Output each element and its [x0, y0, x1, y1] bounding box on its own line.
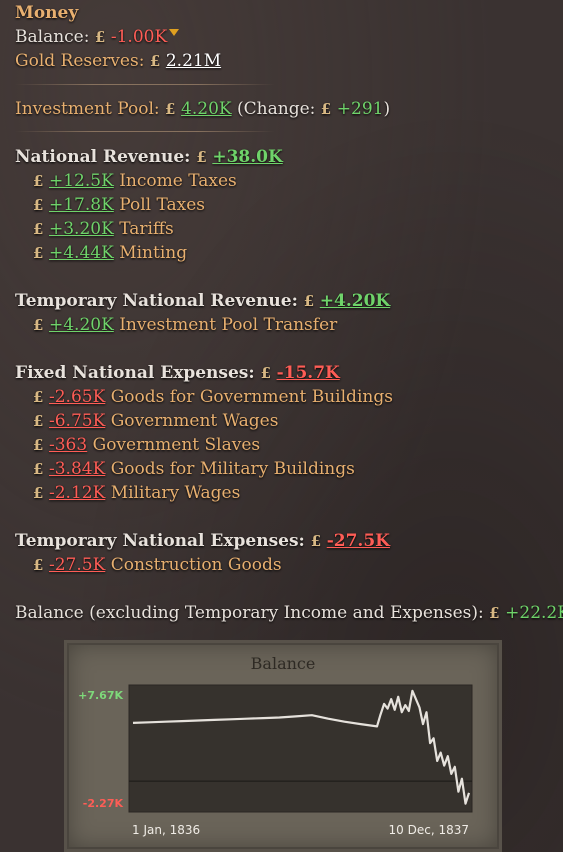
fixed-expenses-header[interactable]: Fixed National Expenses: £ -15.7K [15, 362, 340, 384]
balance-row[interactable]: Balance: £ -1.00K [15, 26, 180, 48]
fixed-expense-item[interactable]: £ -2.12K Military Wages [33, 482, 240, 504]
fixed-expense-item-value[interactable]: -2.65K [49, 387, 105, 407]
pound-coin-icon: £ [260, 364, 271, 382]
pound-coin-icon: £ [33, 220, 44, 238]
revenue-item[interactable]: £ +12.5K Income Taxes [33, 170, 237, 192]
fixed-expense-item-label: Military Wages [110, 483, 241, 503]
money-title: Money [15, 3, 79, 23]
down-arrow-icon [169, 29, 180, 36]
temp-expense-item[interactable]: £ -27.5K Construction Goods [33, 554, 282, 576]
fixed-expenses-label: Fixed National Expenses: [15, 363, 255, 383]
investment-pool-value[interactable]: 4.20K [181, 99, 232, 119]
pound-coin-icon: £ [33, 556, 44, 574]
chart-title: Balance [251, 654, 316, 673]
investment-change-value: +291 [336, 99, 384, 119]
balance-excl-label: Balance (excluding Temporary Income and … [15, 603, 484, 623]
fixed-expense-item-label: Goods for Government Buildings [110, 387, 393, 407]
balance-label: Balance: [15, 27, 90, 47]
fixed-expense-item[interactable]: £ -6.75K Government Wages [33, 410, 278, 432]
pound-coin-icon: £ [33, 388, 44, 406]
temp-expense-item-value[interactable]: -27.5K [49, 555, 105, 575]
revenue-item-label: Tariffs [119, 219, 174, 239]
y-tick-min: -2.27K [83, 797, 124, 810]
gold-reserves-label: Gold Reserves: [15, 51, 145, 71]
national-revenue-label: National Revenue: [15, 147, 191, 167]
pound-coin-icon: £ [165, 100, 176, 118]
fixed-expense-item[interactable]: £ -3.84K Goods for Military Buildings [33, 458, 355, 480]
investment-change-close: ) [383, 99, 391, 119]
pound-coin-icon: £ [33, 484, 44, 502]
pound-coin-icon: £ [489, 604, 500, 622]
temp-expenses-label: Temporary National Expenses: [15, 531, 305, 551]
revenue-item[interactable]: £ +4.44K Minting [33, 242, 187, 264]
plot-area [128, 684, 473, 813]
fixed-expense-item-value[interactable]: -363 [49, 435, 87, 455]
revenue-item[interactable]: £ +3.20K Tariffs [33, 218, 174, 240]
temp-expenses-total[interactable]: -27.5K [327, 531, 390, 551]
balance-excl-value: +22.2K [505, 603, 563, 623]
revenue-item-label: Minting [119, 243, 188, 263]
revenue-item-value[interactable]: +4.44K [49, 243, 114, 263]
pound-coin-icon: £ [33, 436, 44, 454]
investment-change-label: (Change: [237, 99, 316, 119]
fixed-expenses-total[interactable]: -15.7K [277, 363, 340, 383]
balance-value: -1.00K [110, 27, 168, 47]
fixed-expense-item-value[interactable]: -6.75K [49, 411, 105, 431]
pound-coin-icon: £ [33, 412, 44, 430]
fixed-expense-item-value[interactable]: -2.12K [49, 483, 105, 503]
balance-chart: Balance +7.67K -2.27K 1 Jan, 1836 10 Dec… [78, 654, 473, 837]
revenue-item-value[interactable]: +17.8K [49, 195, 114, 215]
revenue-item[interactable]: £ +17.8K Poll Taxes [33, 194, 205, 216]
temp-revenue-item[interactable]: £ +4.20K Investment Pool Transfer [33, 314, 337, 336]
pound-coin-icon: £ [33, 244, 44, 262]
x-tick-end: 10 Dec, 1837 [389, 823, 469, 837]
pound-coin-icon: £ [320, 100, 332, 118]
pound-coin-icon: £ [33, 460, 44, 478]
pound-coin-icon: £ [33, 172, 44, 190]
fixed-expense-item-label: Government Wages [110, 411, 279, 431]
x-tick-start: 1 Jan, 1836 [132, 823, 200, 837]
fixed-expense-item[interactable]: £ -2.65K Goods for Government Buildings [33, 386, 393, 408]
temp-revenue-header[interactable]: Temporary National Revenue: £ +4.20K [15, 290, 390, 312]
balance-chart-panel: Balance +7.67K -2.27K 1 Jan, 1836 10 Dec… [64, 640, 502, 852]
temp-revenue-label: Temporary National Revenue: [15, 291, 298, 311]
investment-pool-row[interactable]: Investment Pool: £4.20K (Change: £ +291) [15, 98, 390, 120]
pound-coin-icon: £ [310, 532, 322, 550]
fixed-expense-item-label: Goods for Military Buildings [110, 459, 355, 479]
gold-reserves-value[interactable]: 2.21M [166, 51, 221, 71]
divider [15, 84, 275, 85]
temp-revenue-item-label: Investment Pool Transfer [119, 315, 338, 335]
pound-coin-icon: £ [196, 148, 207, 166]
balance-excl-row[interactable]: Balance (excluding Temporary Income and … [15, 602, 563, 624]
investment-pool-label: Investment Pool: [15, 99, 160, 119]
temp-revenue-total[interactable]: +4.20K [320, 291, 390, 311]
pound-coin-icon: £ [303, 292, 315, 310]
national-revenue-total[interactable]: +38.0K [212, 147, 282, 167]
temp-expenses-header[interactable]: Temporary National Expenses: £ -27.5K [15, 530, 390, 552]
fixed-expense-item-label: Government Slaves [92, 435, 261, 455]
divider [15, 131, 275, 132]
temp-revenue-item-value[interactable]: +4.20K [49, 315, 114, 335]
revenue-item-label: Income Taxes [119, 171, 237, 191]
revenue-item-value[interactable]: +3.20K [49, 219, 114, 239]
pound-coin-icon: £ [33, 196, 44, 214]
fixed-expense-item[interactable]: £ -363 Government Slaves [33, 434, 260, 456]
pound-coin-icon: £ [94, 28, 106, 46]
revenue-item-label: Poll Taxes [119, 195, 205, 215]
fixed-expense-item-value[interactable]: -3.84K [49, 459, 105, 479]
pound-coin-icon: £ [33, 316, 44, 334]
temp-expense-item-label: Construction Goods [110, 555, 282, 575]
revenue-item-value[interactable]: +12.5K [49, 171, 114, 191]
gold-reserves-row[interactable]: Gold Reserves: £2.21M [15, 50, 221, 72]
y-tick-max: +7.67K [78, 689, 123, 702]
pound-coin-icon: £ [149, 52, 161, 70]
national-revenue-header[interactable]: National Revenue: £ +38.0K [15, 146, 283, 168]
